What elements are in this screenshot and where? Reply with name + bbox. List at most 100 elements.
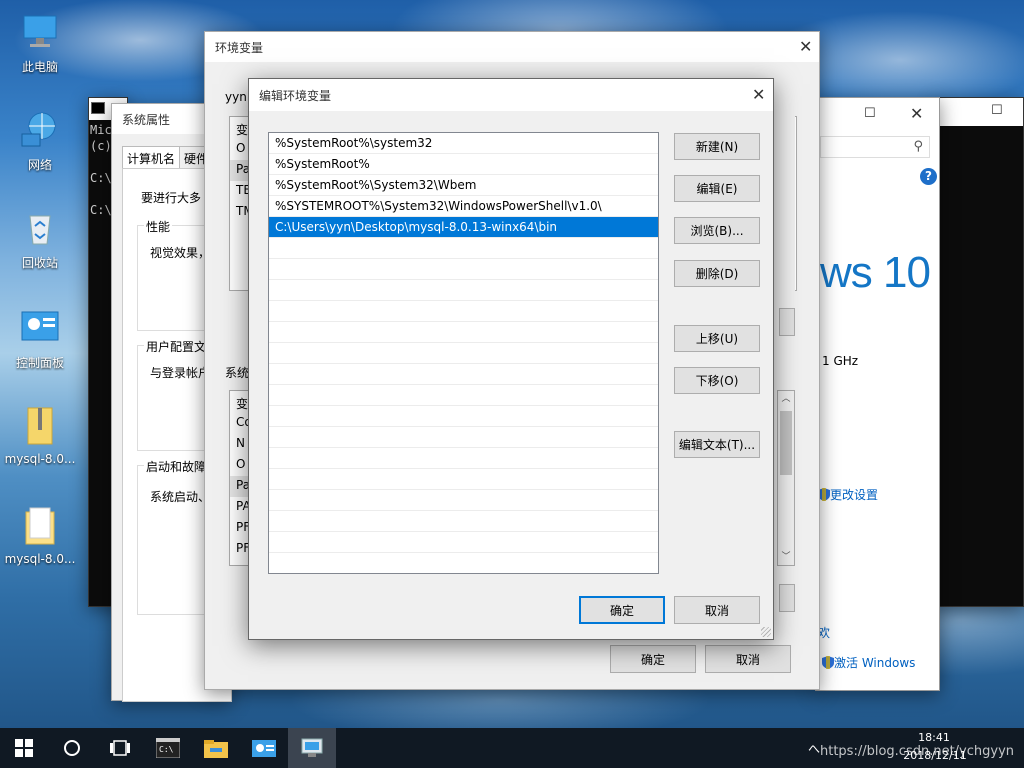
desktop-icon-label: mysql-8.0... [4, 552, 76, 566]
folder-icon [18, 504, 62, 548]
taskbar-control-panel[interactable] [240, 728, 288, 768]
scroll-down-icon[interactable]: ﹀ [778, 549, 794, 565]
path-entries-list[interactable]: %SystemRoot%\system32 %SystemRoot% %System… [268, 132, 659, 574]
resize-grip[interactable] [761, 627, 771, 637]
intro-text: 要进行大多 [141, 191, 202, 205]
user-vars-button-edge[interactable] [779, 308, 795, 336]
recycle-bin-icon [18, 206, 62, 250]
close-icon[interactable]: ✕ [752, 87, 765, 103]
computer-icon [18, 10, 62, 54]
windows-logo-icon [15, 739, 33, 757]
cmd-icon [91, 102, 105, 114]
system-info-window[interactable]: ☐ ✕ ⚲ ? ws 10 1 GHz 更改设置 欢 激活 Windows [815, 97, 940, 691]
change-settings-label: 更改设置 [830, 488, 879, 502]
taskbar-file-explorer[interactable] [192, 728, 240, 768]
empty-path-row[interactable] [269, 343, 658, 364]
close-icon[interactable]: ✕ [799, 39, 812, 55]
path-entry[interactable]: %SYSTEMROOT%\System32\WindowsPowerShell\… [269, 196, 658, 217]
desktop-icon-label: 回收站 [21, 256, 58, 270]
window-title: 系统属性 [122, 112, 171, 127]
ok-button[interactable]: 确定 [610, 645, 696, 673]
path-entry[interactable]: C:\Users\yyn\Desktop\mysql-8.0.13-winx64… [269, 217, 658, 238]
empty-path-row[interactable] [269, 511, 658, 532]
windows-10-brand: ws 10 [820, 248, 931, 297]
empty-path-row[interactable] [269, 490, 658, 511]
user-vars-label: yyn [225, 90, 247, 104]
new-button[interactable]: 新建(N) [674, 133, 760, 160]
search-button[interactable] [48, 728, 96, 768]
empty-path-row[interactable] [269, 301, 658, 322]
edit-env-titlebar: 编辑环境变量 ✕ [249, 79, 773, 111]
ok-button[interactable]: 确定 [579, 596, 665, 624]
tray-overflow-icon[interactable]: へ [808, 740, 820, 757]
activate-windows-label: 激活 Windows [834, 656, 916, 670]
taskbar-cmd[interactable]: C:\ [144, 728, 192, 768]
path-entry[interactable]: %SystemRoot% [269, 154, 658, 175]
group-text: 与登录帐户 [150, 366, 211, 380]
scroll-up-icon[interactable]: ︿ [778, 391, 794, 407]
search-icon: ⚲ [913, 139, 923, 154]
system-vars-scrollbar[interactable]: ︿ ﹀ [777, 390, 795, 566]
delete-button[interactable]: 删除(D) [674, 260, 760, 287]
desktop-icon-control-panel[interactable]: 控制面板 [2, 306, 78, 371]
network-icon [18, 108, 62, 152]
empty-path-row[interactable] [269, 259, 658, 280]
desktop-icon-mysql-zip[interactable]: mysql-8.0... [2, 404, 78, 466]
desktop-icon-network[interactable]: 网络 [2, 108, 78, 173]
system-icon [301, 738, 323, 757]
edit-env-dialog[interactable]: 编辑环境变量 ✕ %SystemRoot%\system32 %SystemRoo… [248, 78, 774, 640]
taskbar-system[interactable] [288, 728, 336, 768]
desktop-icon-label: mysql-8.0... [4, 452, 76, 466]
cancel-button[interactable]: 取消 [705, 645, 791, 673]
cortana-icon [64, 740, 80, 756]
group-title: 性能 [144, 218, 173, 235]
empty-path-row[interactable] [269, 469, 658, 490]
taskbar: C:\ へ https://blog.csdn.net/ychgyyn 18:4… [0, 728, 1024, 768]
change-settings-link[interactable]: 更改设置 [818, 486, 878, 503]
search-input[interactable]: ⚲ [820, 136, 930, 158]
edit-button[interactable]: 编辑(E) [674, 175, 760, 202]
path-entry[interactable]: %SystemRoot%\system32 [269, 133, 658, 154]
empty-path-row[interactable] [269, 532, 658, 553]
clock-time[interactable]: 18:41 [916, 731, 952, 744]
system-vars-label: 系统 [225, 366, 250, 380]
empty-path-row[interactable] [269, 280, 658, 301]
desktop-icon-this-pc[interactable]: 此电脑 [2, 10, 78, 75]
close-icon[interactable]: ✕ [910, 106, 923, 122]
activate-windows-link[interactable]: 激活 Windows [822, 654, 915, 671]
empty-path-row[interactable] [269, 364, 658, 385]
path-entry[interactable]: %SystemRoot%\System32\Wbem [269, 175, 658, 196]
move-up-button[interactable]: 上移(U) [674, 325, 760, 352]
help-icon[interactable]: ? [920, 168, 937, 185]
edit-text-button[interactable]: 编辑文本(T)... [674, 431, 760, 458]
empty-path-row[interactable] [269, 406, 658, 427]
maximize-icon[interactable]: ☐ [864, 107, 876, 120]
group-text: 系统启动、 [150, 490, 211, 504]
clock-date[interactable]: 2018/12/11 [900, 749, 970, 762]
window-title: 环境变量 [215, 40, 264, 55]
maximize-icon[interactable]: ☐ [991, 104, 1003, 117]
desktop-icon-mysql-folder[interactable]: mysql-8.0... [2, 504, 78, 566]
desktop-icon-label: 控制面板 [15, 356, 64, 370]
zip-folder-icon [18, 404, 62, 448]
svg-text:C:\: C:\ [159, 745, 174, 754]
browse-button[interactable]: 浏览(B)... [674, 217, 760, 244]
background-dark-window[interactable]: ☐ [935, 97, 1024, 607]
move-down-button[interactable]: 下移(O) [674, 367, 760, 394]
control-panel-icon [252, 740, 276, 757]
system-info-titlebar: ☐ ✕ [816, 98, 939, 130]
cpu-speed-text: 1 GHz [822, 354, 859, 368]
empty-path-row[interactable] [269, 385, 658, 406]
task-view-button[interactable] [96, 728, 144, 768]
empty-path-row[interactable] [269, 322, 658, 343]
start-button[interactable] [0, 728, 48, 768]
cancel-button[interactable]: 取消 [674, 596, 760, 624]
scrollbar-thumb[interactable] [780, 411, 792, 475]
desktop-icon-recycle-bin[interactable]: 回收站 [2, 206, 78, 271]
desktop-icon-label: 此电脑 [21, 60, 58, 74]
empty-path-row[interactable] [269, 427, 658, 448]
empty-path-row[interactable] [269, 448, 658, 469]
empty-path-row[interactable] [269, 238, 658, 259]
group-title: 启动和故障 [144, 458, 209, 475]
system-vars-button-edge[interactable] [779, 584, 795, 612]
